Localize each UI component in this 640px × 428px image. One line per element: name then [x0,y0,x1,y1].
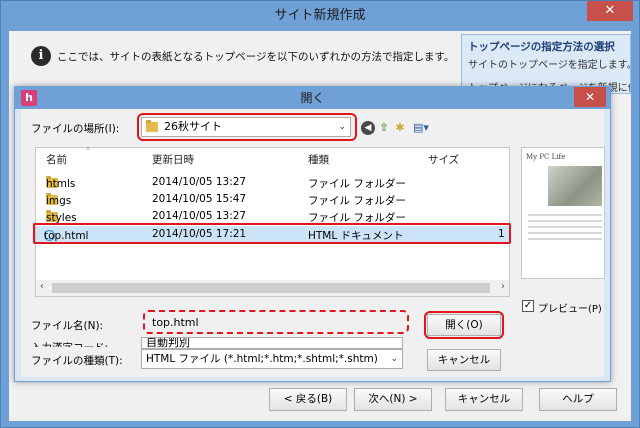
back-button[interactable]: < 戻る(B) [269,388,347,411]
side-panel: トップページの指定方法の選択 サイトのトップページを指定します。 トップページに… [461,34,631,94]
info-row: i ここでは、サイトの表紙となるトップページを以下のいずれかの方法で指定します。 [31,45,454,67]
selected-file-highlight [33,223,511,244]
file-type: ファイル フォルダー [308,178,406,190]
file-modified: 2014/10/05 13:27 [152,176,247,188]
filename-label: ファイル名(N): [31,320,104,332]
encoding-value: 自動判別 [146,337,190,349]
side-panel-title: トップページの指定方法の選択 [468,41,615,53]
list-header: ^ 名前 更新日時 種類 サイズ [36,147,509,170]
preview-pane: My PC Life [521,147,605,279]
sort-ascending-icon: ^ [85,147,91,155]
filename-highlight [143,310,409,334]
location-label: ファイルの場所(I): [31,123,120,135]
dialog-close-button[interactable]: ✕ [574,87,606,107]
dialog-body: ファイルの場所(I): 26秋サイト ⌄ ◀ ⇧ ✱ ▤▾ ^ 名前 更新日時 … [21,109,605,377]
column-type[interactable]: 種類 [308,152,329,167]
location-highlight [137,113,357,141]
column-name[interactable]: 名前 [46,152,67,167]
wizard-cancel-button[interactable]: キャンセル [445,388,523,411]
file-type: ファイル フォルダー [308,195,406,207]
file-row[interactable]: htmls 2014/10/05 13:27 ファイル フォルダー [36,174,509,191]
preview-text-lines [528,214,602,244]
side-panel-line1: サイトのトップページを指定します。 [468,60,631,71]
dialog-cancel-button[interactable]: キャンセル [427,349,501,371]
up-folder-icon[interactable]: ⇧ [377,121,391,135]
horizontal-scrollbar[interactable]: ‹ › [36,280,509,296]
open-button-highlight [424,311,504,339]
help-button[interactable]: ヘルプ [539,388,617,411]
info-icon: i [31,46,51,66]
wizard-close-button[interactable]: ✕ [587,1,633,21]
file-modified: 2014/10/05 13:27 [152,210,247,222]
wizard-title: サイト新規作成 [274,8,366,23]
next-button[interactable]: 次へ(N) > [354,388,432,411]
back-nav-icon[interactable]: ◀ [361,121,375,135]
preview-title: My PC Life [526,153,566,161]
filetype-select[interactable]: HTML ファイル (*.html;*.htm;*.shtml;*.shtm) … [141,349,403,369]
preview-image [548,166,602,206]
file-name: htmls [46,178,76,190]
column-size[interactable]: サイズ [428,152,459,167]
filetype-value: HTML ファイル (*.html;*.htm;*.shtml;*.shtm) [146,353,378,365]
filetype-label: ファイルの種類(T): [31,353,123,368]
encoding-select[interactable]: 自動判別 [141,337,403,349]
preview-checkbox[interactable]: ✓ [522,300,534,312]
scroll-thumb[interactable] [52,283,490,293]
file-list: ^ 名前 更新日時 種類 サイズ htmls 2014/10/05 13:27 … [35,147,510,297]
scroll-right-icon[interactable]: › [501,281,505,292]
column-modified[interactable]: 更新日時 [152,152,194,167]
open-file-dialog: h 開く ✕ ファイルの場所(I): 26秋サイト ⌄ ◀ ⇧ ✱ ▤▾ ^ 名… [14,86,611,382]
dialog-titlebar: h 開く ✕ [15,87,610,109]
view-menu-icon[interactable]: ▤▾ [411,121,431,135]
file-modified: 2014/10/05 15:47 [152,193,247,205]
encoding-label: 入力漢字コード: [31,340,108,347]
info-text: ここでは、サイトの表紙となるトップページを以下のいずれかの方法で指定します。 [57,50,455,63]
scroll-left-icon[interactable]: ‹ [40,281,44,292]
preview-label: プレビュー(P) [538,304,602,315]
chevron-down-icon: ⌄ [390,354,398,364]
file-row[interactable]: imgs 2014/10/05 15:47 ファイル フォルダー [36,191,509,208]
file-name: imgs [46,195,72,207]
dialog-title: 開く [300,91,325,105]
new-folder-icon[interactable]: ✱ [393,121,407,135]
